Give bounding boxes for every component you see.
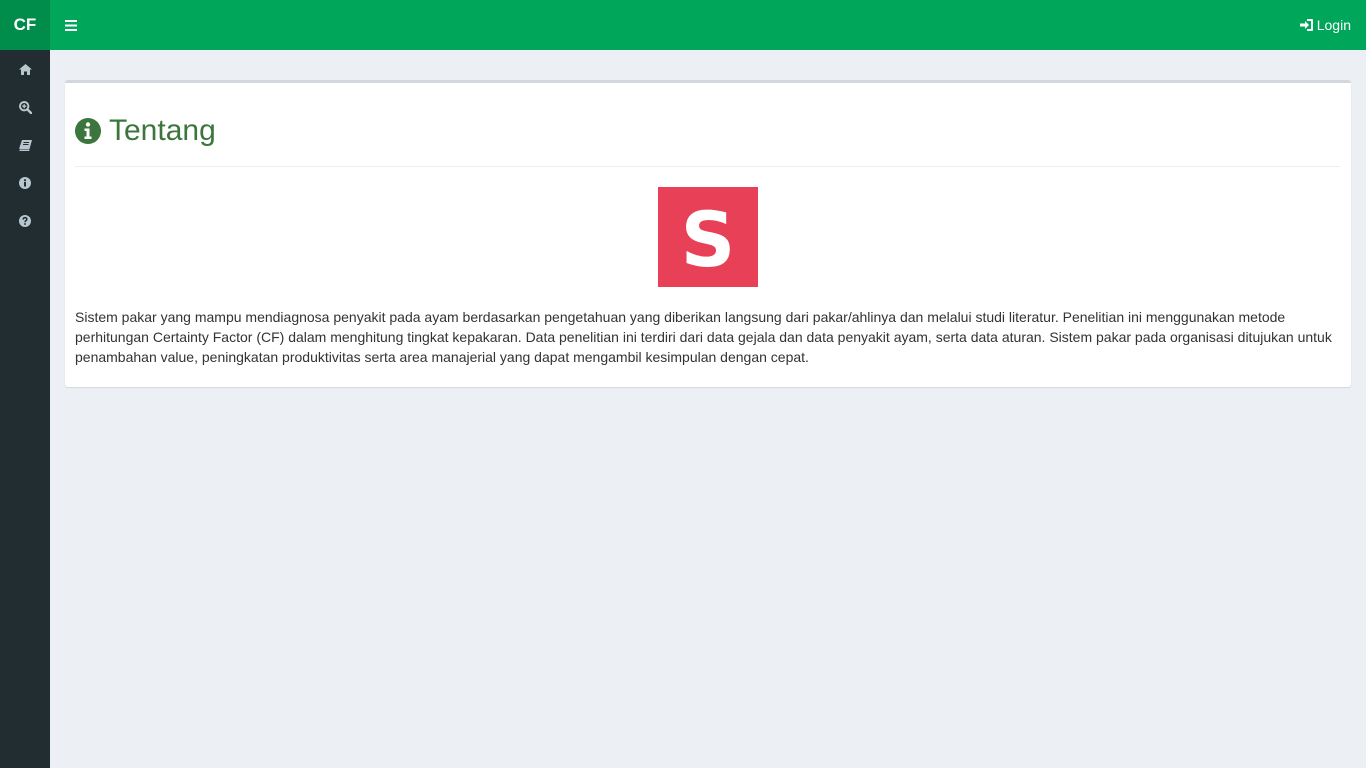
book-icon <box>18 139 32 151</box>
login-link[interactable]: Login <box>1299 0 1351 50</box>
sidebar-toggle-button[interactable] <box>50 0 92 50</box>
sidebar-item-book[interactable] <box>0 126 50 164</box>
home-icon <box>18 63 32 75</box>
divider <box>75 166 1340 167</box>
about-box: Tentang S Sistem pakar yang mampu mendia… <box>65 80 1351 387</box>
info-icon <box>19 177 31 189</box>
box-header: Tentang <box>75 111 216 151</box>
sidebar <box>0 50 50 768</box>
sidebar-item-diagnosa[interactable] <box>0 88 50 126</box>
app-logo-image: S <box>658 187 758 287</box>
main-content: Tentang S Sistem pakar yang mampu mendia… <box>50 50 1366 768</box>
logo-letter: S <box>681 195 736 284</box>
sidebar-item-help[interactable] <box>0 202 50 240</box>
top-navbar: CF Login <box>0 0 1366 50</box>
info-circle-icon <box>75 118 101 144</box>
sidebar-item-info[interactable] <box>0 164 50 202</box>
sidebar-item-home[interactable] <box>0 50 50 88</box>
svg-text:S: S <box>681 195 736 284</box>
page-title: Tentang <box>109 114 216 147</box>
login-label: Login <box>1316 17 1351 33</box>
about-description: Sistem pakar yang mampu mendiagnosa peny… <box>75 309 1332 365</box>
sign-in-icon <box>1299 19 1313 31</box>
help-icon <box>19 215 31 227</box>
brand-logo[interactable]: CF <box>0 0 50 50</box>
zoom-in-icon <box>18 100 32 114</box>
hamburger-icon <box>65 19 77 31</box>
